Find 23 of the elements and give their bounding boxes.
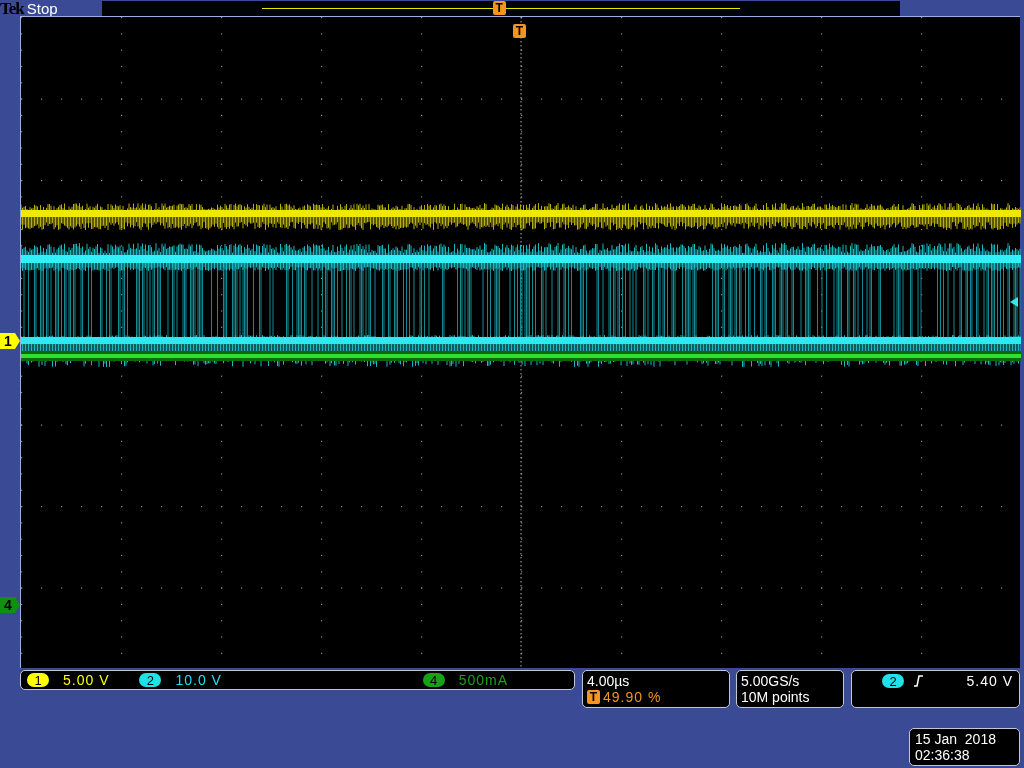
channel-scale: 5.00 V: [63, 673, 110, 687]
channel-marker[interactable]: 1: [0, 333, 20, 349]
brand-label: Tek: [0, 0, 24, 17]
trigger-icon: T: [587, 690, 600, 704]
channel-badge: 4: [422, 673, 445, 687]
sample-rate: 5.00GS/s: [741, 674, 801, 688]
acquisition-state: Stop: [26, 0, 58, 16]
time-label: 02:36:38: [915, 748, 971, 762]
record-length: 10M points: [741, 690, 811, 704]
trigger-position: 49.90 %: [603, 690, 662, 704]
trigger-level: 5.40 V: [966, 674, 1013, 688]
timebase-scale: 4.00µs: [587, 674, 631, 688]
channel-marker[interactable]: 4: [0, 597, 20, 613]
trigger-source-badge: 2: [882, 674, 904, 688]
trigger-position-marker: T: [492, 0, 506, 15]
date-label: 15 Jan 2018: [915, 732, 997, 746]
channel-badge: 1: [27, 673, 49, 687]
channel-scale: 500mA: [458, 673, 508, 687]
trigger-level-arrow-icon: [1010, 297, 1018, 307]
trigger-marker: T: [513, 24, 526, 38]
channel-badge: 2: [139, 673, 162, 687]
rising-edge-icon: [914, 675, 923, 687]
channel-scale: 10.0 V: [175, 673, 222, 687]
